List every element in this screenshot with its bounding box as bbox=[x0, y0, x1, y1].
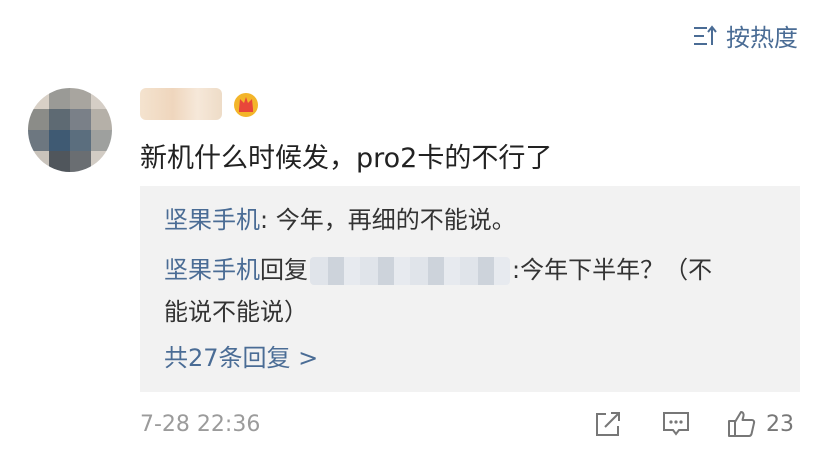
comment-timestamp: 7-28 22:36 bbox=[140, 412, 261, 437]
more-replies-link[interactable]: 共27条回复 > bbox=[164, 338, 318, 378]
reply-target-blurred[interactable] bbox=[310, 257, 510, 285]
reply-item: 坚果手机回复:今年下半年？（不 bbox=[164, 250, 712, 290]
reply-item: 坚果手机: 今年，再细的不能说。 bbox=[164, 200, 516, 240]
sort-by-hot-button[interactable]: 按热度 bbox=[692, 18, 798, 53]
reply-separator: : bbox=[512, 256, 521, 284]
sort-icon bbox=[694, 24, 717, 45]
like-button[interactable]: 23 bbox=[726, 408, 794, 440]
vip-crown-icon bbox=[234, 93, 258, 117]
comment-button[interactable] bbox=[660, 408, 692, 444]
reply-text-continued: 能说不能说） bbox=[164, 298, 308, 326]
comment-icon bbox=[663, 412, 689, 436]
reply-text: 今年，再细的不能说。 bbox=[268, 206, 516, 234]
like-count: 23 bbox=[766, 411, 794, 437]
reply-author-link[interactable]: 坚果手机 bbox=[164, 206, 260, 234]
reply-author-link[interactable]: 坚果手机 bbox=[164, 256, 260, 284]
thumbs-up-icon bbox=[728, 411, 756, 437]
reply-text: 今年下半年？（不 bbox=[520, 256, 713, 284]
comment-text: 新机什么时候发，pro2卡的不行了 bbox=[140, 143, 553, 174]
share-icon bbox=[596, 412, 620, 436]
avatar[interactable] bbox=[28, 88, 112, 172]
reply-box: 坚果手机: 今年，再细的不能说。 坚果手机回复:今年下半年？（不 能说不能说） … bbox=[140, 186, 800, 392]
share-button[interactable] bbox=[592, 408, 624, 444]
reply-separator: : bbox=[260, 206, 269, 234]
username-blurred[interactable] bbox=[140, 88, 222, 120]
reply-verb: 回复 bbox=[260, 256, 308, 284]
sort-label: 按热度 bbox=[726, 24, 798, 52]
